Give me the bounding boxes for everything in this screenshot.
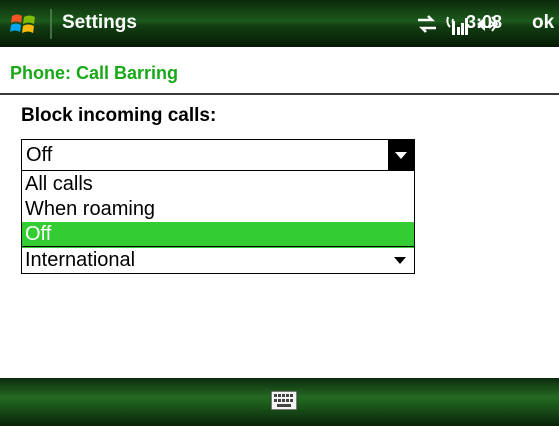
dropdown-selected-value: Off (26, 144, 53, 166)
title-bar: Settings 3:08 ok (0, 0, 559, 47)
option-international[interactable]: International (22, 248, 414, 274)
block-incoming-calls-dropdown[interactable]: Off (21, 139, 415, 171)
ok-button[interactable]: ok (532, 12, 554, 34)
option-when-roaming[interactable]: When roaming (22, 197, 414, 223)
clock[interactable]: 3:08 (466, 12, 502, 33)
chevron-down-icon (395, 151, 407, 159)
list-divider (22, 246, 414, 247)
page-header: Phone: Call Barring (0, 47, 559, 96)
dropdown-list[interactable]: All calls When roaming Off International (21, 170, 415, 274)
softkey-bar (0, 378, 559, 426)
header-divider (0, 93, 559, 95)
keyboard-icon[interactable] (271, 391, 297, 410)
dropdown-arrow-button[interactable] (388, 140, 414, 170)
option-all-calls[interactable]: All calls (22, 172, 414, 198)
chevron-down-icon (394, 257, 406, 264)
title-separator (50, 9, 52, 39)
windows-flag-icon[interactable] (9, 10, 39, 38)
page-title: Phone: Call Barring (10, 63, 179, 83)
app-title: Settings (62, 12, 137, 33)
sync-arrows-icon (418, 15, 436, 33)
block-incoming-calls-label: Block incoming calls: (21, 105, 217, 126)
option-off[interactable]: Off (22, 222, 414, 248)
